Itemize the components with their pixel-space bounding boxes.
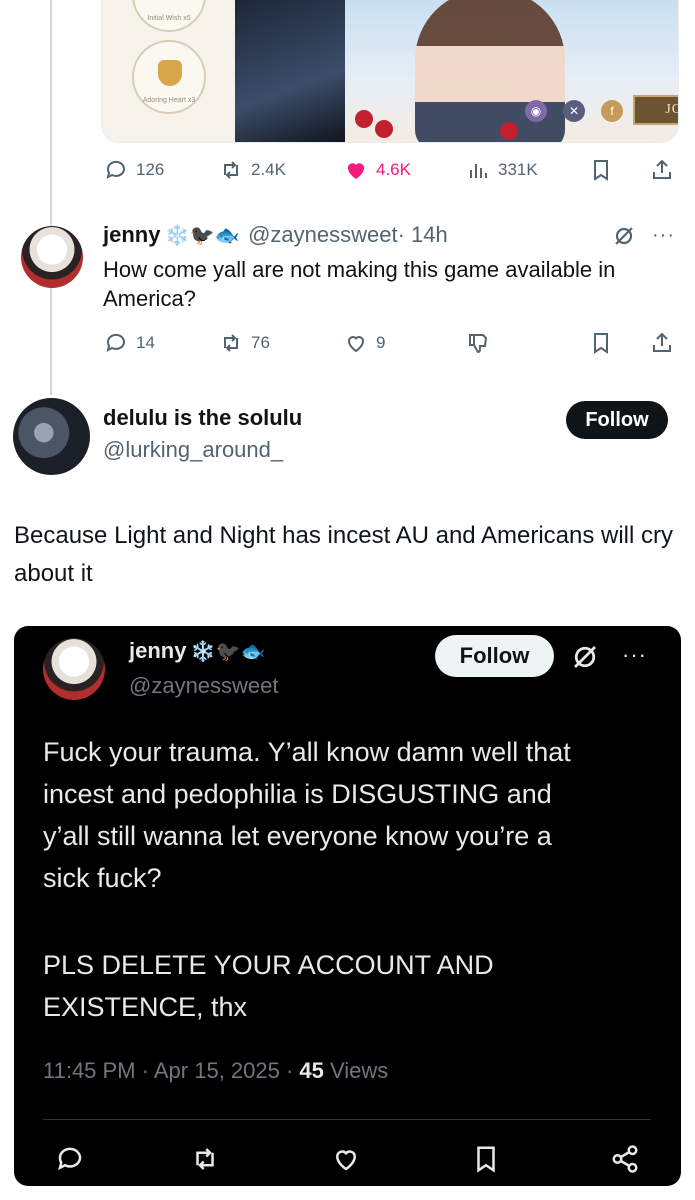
more-options-icon[interactable]: ··· <box>652 224 675 247</box>
views-count: 45 <box>299 1058 324 1083</box>
timestamp-text: 11:45 PM · Apr 15, 2025 · <box>43 1058 300 1083</box>
reply-count: 126 <box>136 160 165 179</box>
promo-rewards-panel: Initial Wish x5 Adoring Heart x3 <box>102 0 235 142</box>
rose-decoration <box>500 122 518 140</box>
user-handle[interactable]: @zaynessweet <box>248 222 398 247</box>
thread-connector-line <box>50 0 52 395</box>
avatar[interactable] <box>13 398 90 475</box>
x-logo-icon: ✕ <box>563 100 585 122</box>
bookmark-icon <box>594 160 608 181</box>
quoted-text-line: incest and pedophilia is DISGUSTING and <box>43 779 552 809</box>
bookmark-icon <box>594 333 608 354</box>
follow-button: Follow <box>435 635 554 677</box>
repost-count: 76 <box>251 333 270 352</box>
grok-icon <box>574 646 596 668</box>
promo-image[interactable]: Initial Wish x5 Adoring Heart x3 ◉ ✕ f J… <box>101 0 679 143</box>
repost-button[interactable]: 76 <box>219 331 270 355</box>
share-button[interactable] <box>650 331 674 355</box>
repost-icon <box>224 161 238 179</box>
thumbs-down-icon <box>469 334 488 354</box>
facebook-icon: f <box>601 100 623 122</box>
rose-decoration <box>355 110 373 128</box>
display-name[interactable]: delulu is the solulu <box>103 405 302 431</box>
more-options-icon: ··· <box>622 642 647 667</box>
bookmark-button <box>471 1144 501 1174</box>
promo-character-art <box>235 0 345 142</box>
views-button[interactable]: 331K <box>466 158 538 182</box>
repost-icon <box>196 1148 214 1170</box>
gift-icon <box>158 60 182 86</box>
reply-icon <box>58 1147 82 1171</box>
like-button[interactable]: 4.6K <box>344 158 411 182</box>
avatar <box>43 638 105 700</box>
share-icon <box>653 159 671 179</box>
reply-header: jenny ❄️🐦‍⬛🐟 @zaynessweet· 14h <box>103 222 448 248</box>
user-handle: @zaynessweet <box>129 673 279 698</box>
quoted-text-line: y’all still wanna let everyone know you’… <box>43 821 552 851</box>
repost-count: 2.4K <box>251 160 286 179</box>
heart-icon <box>335 1150 357 1171</box>
like-button[interactable]: 9 <box>344 331 385 355</box>
repost-button[interactable]: 2.4K <box>219 158 286 182</box>
avatar[interactable] <box>21 226 83 288</box>
like-count: 9 <box>376 333 386 352</box>
reply-button <box>55 1144 85 1174</box>
quoted-text-line: sick fuck? <box>43 863 162 893</box>
timestamp[interactable]: · 14h <box>398 222 448 247</box>
display-name: jenny <box>129 638 187 663</box>
join-now-button[interactable]: JOIN NOW <box>633 95 678 125</box>
grok-icon[interactable] <box>612 224 636 248</box>
repost-icon <box>224 334 238 352</box>
like-count: 4.6K <box>376 160 411 179</box>
like-button <box>331 1144 361 1174</box>
share-icon <box>653 332 671 352</box>
analytics-icon <box>470 164 487 178</box>
bookmark-icon <box>477 1146 495 1173</box>
name-emojis: ❄️🐦‍⬛🐟 <box>164 225 240 247</box>
downvote-button[interactable] <box>466 331 490 355</box>
quoted-header: jenny ❄️🐦‍⬛🐟 <box>129 638 266 664</box>
quoted-text-line: EXISTENCE, thx <box>43 992 248 1022</box>
heart-filled-icon <box>347 163 365 179</box>
views-count: 331K <box>498 160 538 179</box>
promo-hero-art: ◉ ✕ f JOIN NOW <box>345 0 678 142</box>
bookmark-button[interactable] <box>589 158 613 182</box>
user-handle[interactable]: @lurking_around_ <box>103 437 283 463</box>
quoted-text-line: Fuck your trauma. Y’all know damn well t… <box>43 737 571 767</box>
share-button[interactable] <box>650 158 674 182</box>
tweet-text: How come yall are not making this game a… <box>103 257 616 311</box>
reward-badge-heart: Adoring Heart x3 <box>132 40 206 114</box>
reward-badge-label: Initial Wish x5 <box>147 15 191 22</box>
follow-button[interactable]: Follow <box>566 401 668 439</box>
discord-icon: ◉ <box>525 100 547 122</box>
reply-icon <box>106 160 125 179</box>
reward-badge-label: Adoring Heart x3 <box>142 97 196 104</box>
quoted-text-line: PLS DELETE YOUR ACCOUNT AND <box>43 950 494 980</box>
quoted-screenshot[interactable]: jenny ❄️🐦‍⬛🐟 @zaynessweet Follow ··· Fuc… <box>14 626 681 1186</box>
share-network-icon <box>612 1145 638 1173</box>
heart-icon <box>347 336 365 353</box>
rose-decoration <box>375 120 393 138</box>
reply-button[interactable]: 126 <box>104 158 164 182</box>
views-label: Views <box>323 1058 389 1083</box>
reward-badge-wish: Initial Wish x5 <box>132 0 206 32</box>
quoted-timestamp: 11:45 PM · Apr 15, 2025 · 45 Views <box>43 1058 388 1084</box>
character-portrait <box>415 0 565 142</box>
post-text: Because Light and Night has incest AU an… <box>14 522 674 587</box>
bookmark-button[interactable] <box>589 331 613 355</box>
reply-button[interactable]: 14 <box>104 331 155 355</box>
reply-count: 14 <box>136 333 155 352</box>
display-name[interactable]: jenny <box>103 222 160 247</box>
name-emojis: ❄️🐦‍⬛🐟 <box>190 641 266 663</box>
reply-icon <box>106 333 125 352</box>
repost-button <box>190 1144 220 1174</box>
divider <box>43 1119 651 1120</box>
share-button <box>610 1144 640 1174</box>
